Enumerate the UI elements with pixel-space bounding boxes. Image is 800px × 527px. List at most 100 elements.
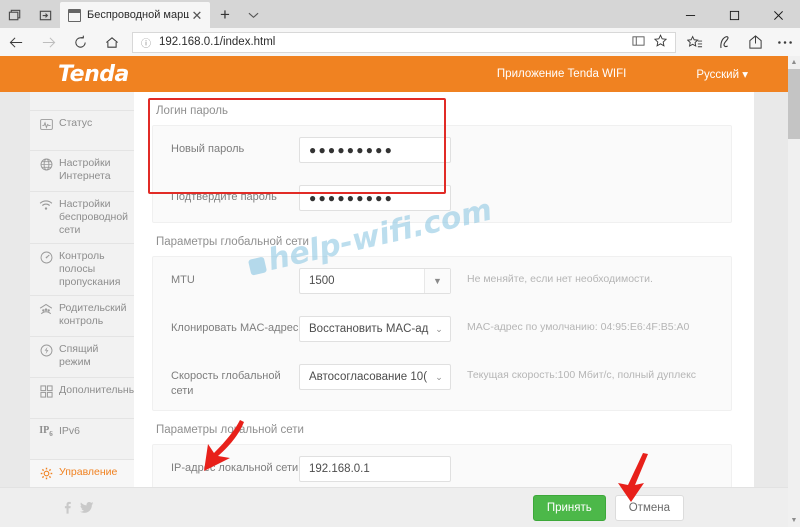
info-icon[interactable]: ⓘ [133,35,159,50]
page-body: Статус Настройки Интернета Настройки бес… [0,92,788,527]
clone-mac-select[interactable]: Восстановить MAC-ад ⌄ [299,316,451,342]
minimize-button[interactable] [668,2,712,28]
task-view-icon[interactable] [0,2,30,28]
sidebar: Статус Настройки Интернета Настройки бес… [30,92,142,527]
lan-ip-input[interactable]: 192.168.0.1 [299,456,451,482]
new-password-input[interactable]: ●●●●●●●●● [299,137,451,163]
form-actions: Принять Отмена [532,495,684,521]
web-notes-icon[interactable] [710,28,740,56]
close-button[interactable] [756,2,800,28]
wan-speed-select[interactable]: Автосогласование 10( ⌄ [299,364,451,390]
reading-view-icon[interactable] [627,35,649,50]
scroll-down-arrow[interactable]: ▼ [788,514,800,527]
router-header: Tenda Приложение Tenda WIFI Русский ▾ [0,56,788,92]
field-row-lan-ip: IP-адрес локальной сети 192.168.0.1 [153,445,731,493]
scroll-up-arrow[interactable]: ▲ [788,56,800,69]
family-icon [38,302,54,316]
sidebar-item-sleep-mode[interactable]: Спящий режим [30,337,134,378]
section-title-lan-parameters: Параметры локальной сети [156,424,304,436]
cancel-button[interactable]: Отмена [614,495,684,521]
sidebar-item-ipv6[interactable]: IP6 IPv6 [30,419,134,460]
card-wan-parameters: MTU 1500 ▼ Не меняйте, если нет необходи… [152,256,732,411]
social-links [62,501,94,517]
new-window-icon[interactable] [30,2,60,28]
field-control: 192.168.0.1 [299,456,451,482]
field-control: 1500 ▼ [299,268,451,294]
close-icon[interactable]: ✕ [189,9,205,22]
tenda-wifi-app-link[interactable]: Приложение Tenda WIFI [497,68,626,80]
ipv6-icon: IP6 [39,424,53,438]
globe-icon [38,157,54,171]
field-control: ●●●●●●●●● [299,185,451,211]
browser-window: Беспроводной маршру ✕ + [0,0,800,527]
chevron-down-icon: ▼ [424,269,450,293]
status-pulse-icon [38,117,54,131]
field-hint: MAC-адрес по умолчанию: 04:95:E6:4F:B5:A… [467,321,690,333]
chevron-down-icon: ⌄ [435,371,443,382]
back-button[interactable] [0,28,32,56]
mtu-select-value: 1500 [309,275,335,287]
wan-speed-select-value: Автосогласование 10( [309,371,428,383]
forward-button[interactable] [32,28,64,56]
sidebar-item-label: Родительский контроль [59,302,127,327]
sidebar-item-wireless-settings[interactable]: Настройки беспроводной сети [30,192,134,244]
page-scrollbar[interactable]: ▲ ▼ [788,56,800,527]
chevron-down-icon[interactable] [240,2,266,28]
browser-tab[interactable]: Беспроводной маршру ✕ [60,2,210,28]
favorites-hub-icon[interactable] [680,28,710,56]
share-icon[interactable] [740,28,770,56]
wifi-icon [38,198,54,212]
field-row-new-password: Новый пароль ●●●●●●●●● [153,126,731,174]
confirm-password-input[interactable]: ●●●●●●●●● [299,185,451,211]
field-hint: Текущая скорость:100 Мбит/с, полный дупл… [467,369,697,381]
sidebar-item-internet-settings[interactable]: Настройки Интернета [30,151,134,192]
section-title-wan-parameters: Параметры глобальной сети [156,236,309,248]
card-login-password: Новый пароль ●●●●●●●●● Подтвердите парол… [152,125,732,223]
gauge-icon [38,250,54,264]
sidebar-item-label: Дополнительные [59,384,143,396]
window-icon [68,8,81,22]
facebook-icon[interactable] [62,501,73,517]
mtu-select[interactable]: 1500 ▼ [299,268,451,294]
address-bar[interactable]: ⓘ 192.168.0.1/index.html [132,31,676,53]
page-viewport: Tenda Приложение Tenda WIFI Русский ▾ Ст… [0,56,800,527]
home-button[interactable] [96,28,128,56]
favorite-star-icon[interactable] [649,34,671,50]
twitter-icon[interactable] [80,501,94,517]
refresh-button[interactable] [64,28,96,56]
language-selector[interactable]: Русский ▾ [696,67,748,81]
main-content: help-wifi.com Логин пароль Новый пароль … [134,92,754,527]
field-control: Восстановить MAC-ад ⌄ [299,316,451,342]
field-hint [451,185,721,189]
sidebar-item-status[interactable]: Статус [30,110,134,151]
sidebar-item-label: Статус [59,117,93,129]
router-header-actions: Приложение Tenda WIFI Русский ▾ [497,67,788,81]
field-row-clone-mac: Клонировать MAC-адрес Восстановить MAC-а… [153,305,731,353]
sidebar-item-label: Контроль полосы пропускания [59,250,121,288]
browser-tab-title: Беспроводной маршру [87,9,189,21]
sidebar-item-bandwidth-control[interactable]: Контроль полосы пропускания [30,244,134,296]
more-icon[interactable] [770,28,800,56]
field-hint [451,456,721,460]
field-row-wan-speed: Скорость глобальной сети Автосогласовани… [153,353,731,410]
page-footer: Принять Отмена [0,487,788,527]
address-bar-text: 192.168.0.1/index.html [159,36,276,48]
address-bar-actions [627,34,675,50]
sidebar-item-advanced[interactable]: Дополнительные [30,378,142,419]
scrollbar-thumb[interactable] [788,69,800,139]
maximize-button[interactable] [712,2,756,28]
field-label: Подтвердите пароль [171,191,277,203]
field-label: MTU [171,274,195,286]
field-control: ●●●●●●●●● [299,137,451,163]
field-label: Клонировать MAC-адрес [171,322,299,334]
field-label: Скорость глобальной сети [171,370,281,397]
new-tab-button[interactable]: + [210,2,240,28]
sleep-moon-icon [38,343,54,357]
window-controls [668,2,800,28]
tenda-logo: Tenda [58,61,129,87]
field-control: Автосогласование 10( ⌄ [299,364,451,390]
apply-button[interactable]: Принять [532,495,606,521]
field-hint: Не меняйте, если нет необходимости. [467,273,653,285]
field-label: IP-адрес локальной сети [171,462,299,474]
sidebar-item-parental-control[interactable]: Родительский контроль [30,296,134,337]
